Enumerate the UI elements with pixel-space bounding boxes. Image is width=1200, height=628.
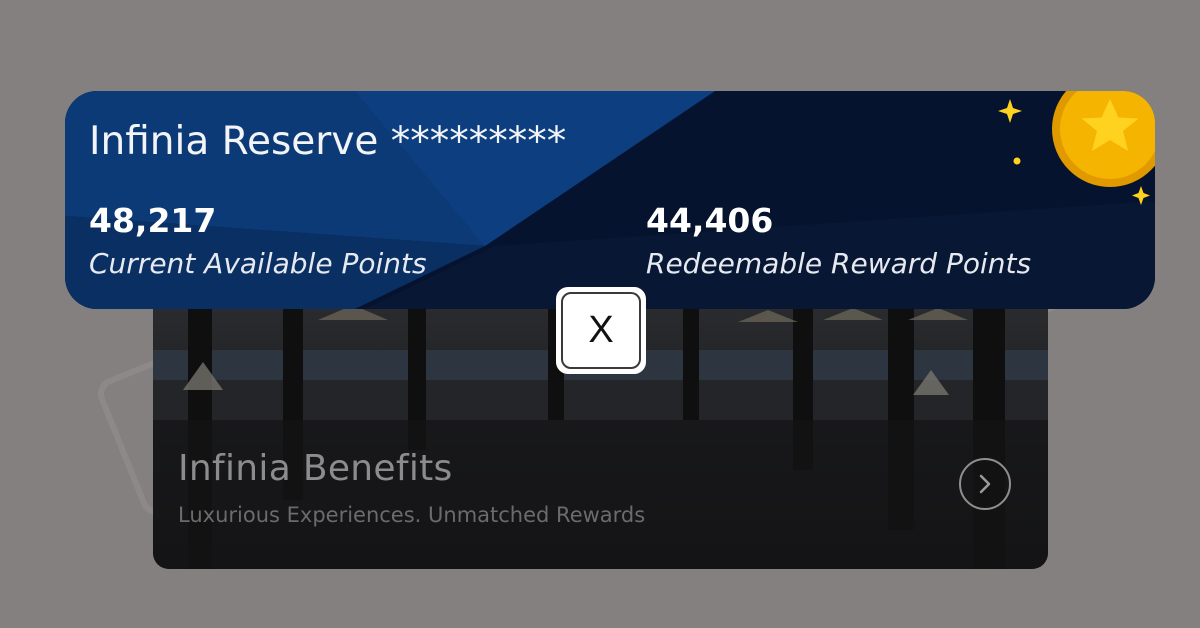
close-button-label: X [561,292,641,369]
benefits-subtitle: Luxurious Experiences. Unmatched Rewards [178,503,646,527]
card-title: Infinia Reserve ********* [89,119,567,164]
redeemable-points-label: Redeemable Reward Points [646,247,1032,280]
current-points-label: Current Available Points [89,247,427,280]
redeemable-points-value: 44,406 [646,201,774,240]
chevron-right-icon [979,474,991,494]
current-points-value: 48,217 [89,201,217,240]
benefits-chevron-button[interactable] [959,458,1011,510]
gold-star-coin-icon [998,91,1155,205]
benefits-title: Infinia Benefits [178,448,453,489]
points-card: Infinia Reserve ********* 48,217 Current… [65,91,1155,309]
close-button[interactable]: X [556,287,646,374]
